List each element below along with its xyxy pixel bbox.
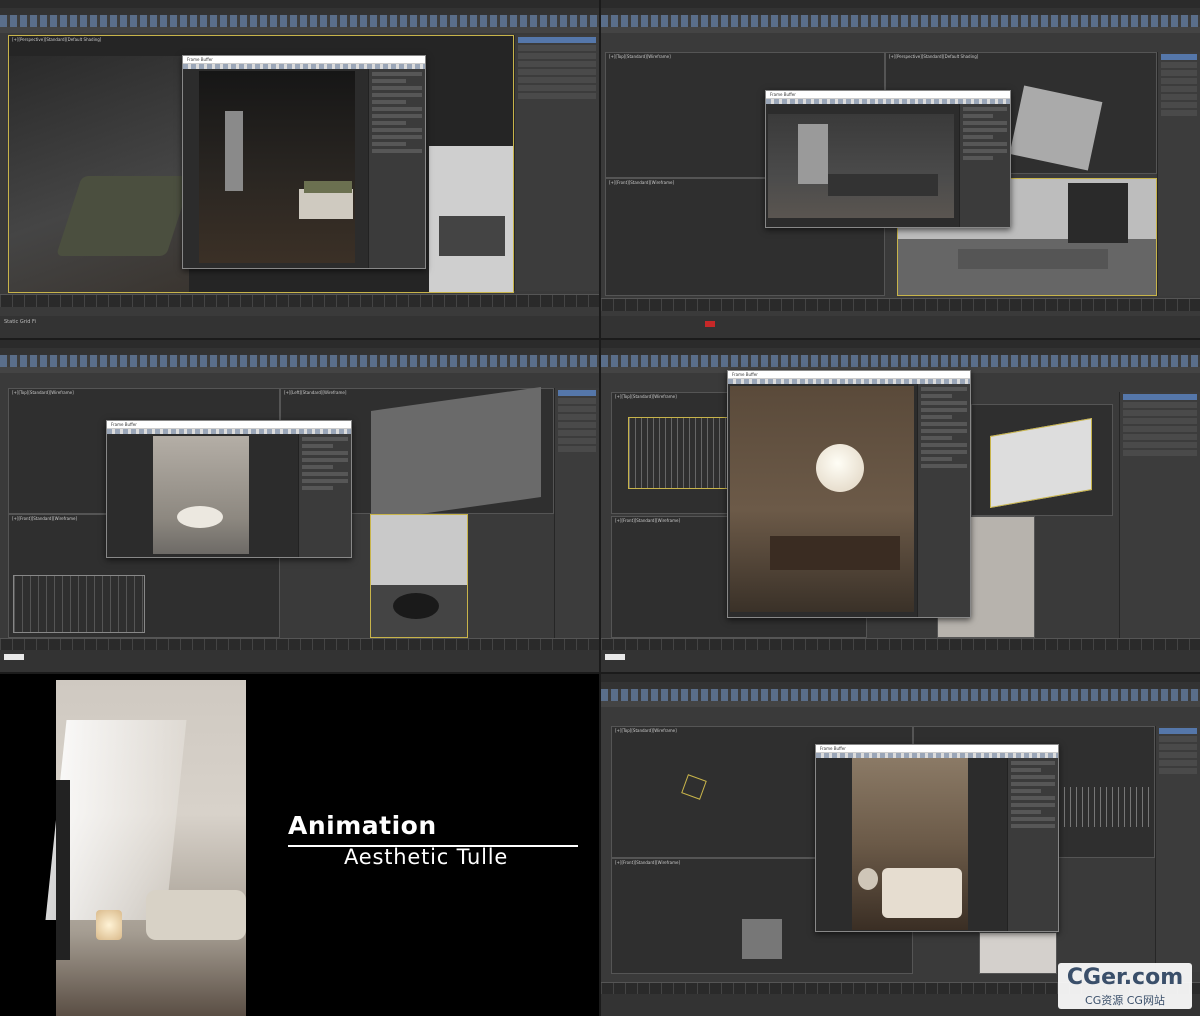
promo-title: Animation: [288, 811, 437, 840]
status-bar: [0, 650, 599, 672]
ribbon[interactable]: [0, 27, 599, 33]
floorplan-model: [1009, 85, 1103, 171]
app-titlebar: [0, 340, 599, 348]
viewport-label[interactable]: [+][Perspective][Standard][Default Shadi…: [889, 54, 978, 59]
frame-buffer-window[interactable]: Frame Buffer: [182, 55, 426, 269]
scene-object: [742, 919, 782, 959]
camera-viewport[interactable]: [370, 514, 468, 638]
menu-bar[interactable]: [0, 8, 599, 15]
app-titlebar: [601, 0, 1200, 8]
room-geometry: [9, 56, 189, 292]
selected-object-wire: [628, 417, 730, 489]
command-panel[interactable]: [514, 35, 599, 291]
status-bar: [601, 650, 1200, 672]
watermark-main-text: CGer.com: [1066, 965, 1184, 990]
frame-buffer-title: Frame Buffer: [766, 91, 1010, 99]
status-bar: [601, 316, 1200, 338]
window-render: [225, 111, 243, 191]
viewport-label[interactable]: [+][Front][Standard][Wireframe]: [615, 860, 680, 865]
viewport-label[interactable]: [+][Left][Standard][Wireframe]: [284, 390, 346, 395]
command-panel[interactable]: [554, 388, 599, 638]
pouf-render: [177, 506, 223, 528]
viewport-label[interactable]: [+][Perspective][Standard][Default Shadi…: [12, 37, 101, 42]
frame-buffer-window[interactable]: Frame Buffer: [727, 370, 971, 618]
render-preview: [199, 71, 355, 263]
render-preview: [730, 386, 914, 612]
curtain-render: [798, 124, 828, 184]
bed-render: [299, 189, 353, 219]
menu-bar[interactable]: [601, 682, 1200, 689]
promo-render-image: [45, 680, 246, 1016]
floorplan-wire: [13, 575, 145, 633]
command-panel[interactable]: [1157, 52, 1200, 296]
command-panel[interactable]: [1155, 726, 1200, 972]
frame-buffer-title: Frame Buffer: [816, 745, 1058, 753]
frame-buffer-window[interactable]: Frame Buffer: [815, 744, 1059, 932]
render-preview: [852, 758, 968, 930]
record-key-button[interactable]: [605, 654, 625, 660]
frame-buffer-title: Frame Buffer: [728, 371, 970, 379]
ribbon[interactable]: [0, 367, 599, 373]
frame-buffer-title: Frame Buffer: [183, 56, 425, 64]
sofa: [146, 890, 246, 940]
blanket-render: [304, 181, 352, 193]
render-settings-panel[interactable]: [298, 434, 351, 557]
command-panel[interactable]: [1119, 392, 1200, 638]
pendant-lamp-render: [816, 444, 864, 492]
viewport-label[interactable]: [+][Top][Standard][Wireframe]: [615, 728, 677, 733]
doorway-render: [1068, 183, 1128, 243]
watermark-sub-text: CG资源 CG网站: [1085, 994, 1165, 1007]
render-preview: [153, 436, 249, 554]
render-settings-panel[interactable]: [368, 69, 425, 268]
record-key-button[interactable]: [705, 321, 715, 327]
bed-render: [882, 868, 962, 918]
menu-bar[interactable]: [601, 348, 1200, 355]
render-settings-panel[interactable]: [959, 104, 1010, 227]
app-titlebar: [601, 674, 1200, 682]
menu-bar[interactable]: [601, 8, 1200, 15]
screen-panel-4: [+][Top][Standard][Wireframe] [+][Front]…: [601, 340, 1200, 672]
sofa-render: [958, 249, 1108, 269]
room-model: [990, 418, 1092, 508]
sun-light-gizmo[interactable]: [681, 774, 707, 800]
viewport-label[interactable]: [+][Top][Standard][Wireframe]: [12, 390, 74, 395]
scene-model: [371, 387, 541, 521]
status-bar: Static Grid Fi: [0, 316, 599, 338]
camera-viewport[interactable]: [979, 932, 1057, 974]
status-text: Static Grid Fi: [4, 319, 36, 325]
render-settings-panel[interactable]: [1007, 758, 1058, 931]
render-preview: [768, 114, 954, 218]
app-titlebar: [601, 340, 1200, 348]
viewport-label[interactable]: [+][Top][Standard][Wireframe]: [609, 54, 671, 59]
timeline-slider[interactable]: [601, 298, 1200, 311]
frame-buffer-window[interactable]: Frame Buffer: [765, 90, 1011, 228]
viewport-label[interactable]: [+][Front][Standard][Wireframe]: [12, 516, 77, 521]
bed-model: [439, 216, 505, 256]
frame-buffer-window[interactable]: Frame Buffer: [106, 420, 352, 558]
record-key-button[interactable]: [4, 654, 24, 660]
menu-bar[interactable]: [0, 348, 599, 355]
render-settings-panel[interactable]: [917, 384, 970, 617]
ribbon[interactable]: [601, 701, 1200, 707]
sofa-render: [828, 174, 938, 196]
watermark-logo: CGer.com CG资源 CG网站: [1058, 963, 1192, 1009]
app-titlebar: [0, 0, 599, 8]
viewport-label[interactable]: [+][Top][Standard][Wireframe]: [615, 394, 677, 399]
viewport-label[interactable]: [+][Front][Standard][Wireframe]: [615, 518, 680, 523]
window-frame: [56, 780, 70, 960]
timeline-slider[interactable]: [0, 294, 599, 307]
perspective-viewport[interactable]: [971, 404, 1113, 516]
viewport-label[interactable]: [+][Front][Standard][Wireframe]: [609, 180, 674, 185]
pouf-render: [393, 593, 439, 619]
frame-buffer-title: Frame Buffer: [107, 421, 351, 429]
promo-subtitle: Aesthetic Tulle: [344, 845, 509, 869]
pouf-render: [858, 868, 878, 890]
dining-table-render: [770, 536, 900, 570]
screen-panel-1: [+][Perspective][Standard][Default Shadi…: [0, 0, 599, 338]
ribbon[interactable]: [601, 27, 1200, 33]
screen-panel-3: [+][Top][Standard][Wireframe] [+][Front]…: [0, 340, 599, 672]
floor-lamp: [96, 910, 122, 940]
screen-panel-2: [+][Top][Standard][Wireframe] [+][Front]…: [601, 0, 1200, 338]
